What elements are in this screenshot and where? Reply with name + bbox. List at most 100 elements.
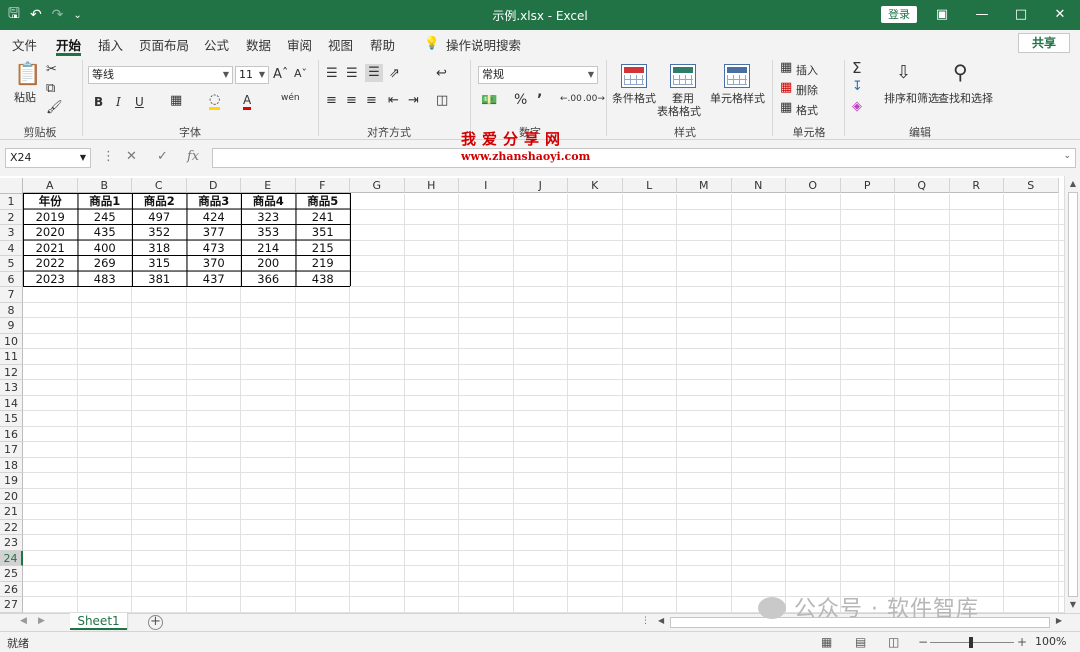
increase-indent-icon[interactable]: ⇥ — [408, 93, 419, 108]
cell-styles-button[interactable]: 单元格样式 — [710, 90, 765, 106]
row-header[interactable]: 6 — [0, 271, 23, 287]
insert-cells-icon[interactable]: ▦ — [780, 60, 792, 75]
table-cell[interactable]: 315 — [132, 256, 187, 272]
page-break-view-icon[interactable]: ◫ — [888, 635, 899, 649]
row-header[interactable]: 18 — [0, 457, 23, 473]
paste-icon[interactable]: 📋 — [14, 62, 41, 87]
sort-filter-button[interactable]: 排序和筛选 — [884, 90, 939, 106]
zoom-in-icon[interactable]: + — [1017, 635, 1027, 649]
row-header[interactable]: 2 — [0, 209, 23, 225]
conditional-formatting-icon[interactable] — [621, 64, 647, 88]
align-center-icon[interactable]: ≡ — [346, 93, 357, 108]
scroll-up-icon[interactable]: ▲ — [1065, 179, 1080, 188]
align-left-icon[interactable]: ≡ — [326, 93, 337, 108]
row-header[interactable]: 1 — [0, 194, 23, 210]
tell-me-search[interactable]: 操作说明搜索 — [446, 35, 521, 54]
tab-formulas[interactable]: 公式 — [204, 35, 229, 54]
column-header[interactable]: L — [622, 178, 677, 193]
column-header[interactable]: C — [132, 178, 187, 193]
table-cell[interactable]: 353 — [241, 225, 296, 241]
accounting-format-icon[interactable]: 💵 — [481, 93, 497, 108]
row-header[interactable]: 10 — [0, 333, 23, 349]
table-cell[interactable]: 269 — [78, 256, 133, 272]
minimize-icon[interactable]: — — [962, 0, 1002, 30]
wrap-text-icon[interactable]: ↩ — [436, 66, 447, 81]
increase-decimal-icon[interactable]: ←.00 — [560, 94, 582, 104]
row-header[interactable]: 19 — [0, 473, 23, 489]
tab-view[interactable]: 视图 — [328, 35, 353, 54]
table-cell[interactable]: 352 — [132, 225, 187, 241]
table-cell[interactable]: 497 — [132, 210, 187, 226]
table-cell[interactable]: 214 — [241, 241, 296, 257]
comma-style-icon[interactable]: ’ — [537, 92, 542, 108]
close-icon[interactable]: ✕ — [1040, 0, 1080, 30]
number-format-select[interactable]: 常规 ▼ — [478, 66, 598, 84]
format-as-table-icon[interactable] — [670, 64, 696, 88]
row-header[interactable]: 4 — [0, 240, 23, 256]
table-cell[interactable]: 2022 — [23, 256, 78, 272]
page-layout-view-icon[interactable]: ▤ — [855, 635, 866, 649]
undo-icon[interactable]: ↶ — [30, 7, 42, 23]
tab-data[interactable]: 数据 — [246, 35, 271, 54]
delete-cells-icon[interactable]: ▦ — [780, 80, 792, 95]
row-header[interactable]: 13 — [0, 380, 23, 396]
table-cell[interactable]: 241 — [296, 210, 351, 226]
row-header[interactable]: 11 — [0, 349, 23, 365]
tab-file[interactable]: 文件 — [12, 35, 37, 54]
column-header[interactable]: O — [786, 178, 841, 193]
row-header[interactable]: 3 — [0, 225, 23, 241]
orientation-icon[interactable]: ⇗ — [389, 66, 400, 81]
share-button[interactable]: 共享 — [1018, 33, 1070, 53]
table-cell[interactable]: 商品2 — [132, 194, 187, 210]
column-header[interactable]: R — [949, 178, 1004, 193]
align-right-icon[interactable]: ≡ — [366, 93, 377, 108]
add-sheet-icon[interactable]: + — [148, 615, 163, 630]
table-cell[interactable]: 2019 — [23, 210, 78, 226]
find-select-button[interactable]: 查找和选择 — [938, 90, 993, 106]
save-icon[interactable]: 🖫 — [8, 3, 20, 27]
row-header[interactable]: 23 — [0, 535, 23, 551]
column-header[interactable]: N — [731, 178, 786, 193]
prev-sheet-icon[interactable]: ◀ — [20, 616, 27, 626]
align-middle-icon[interactable]: ☰ — [346, 66, 358, 81]
redo-icon[interactable]: ↷ — [52, 7, 64, 23]
table-cell[interactable]: 2023 — [23, 272, 78, 288]
row-header[interactable]: 25 — [0, 566, 23, 582]
table-cell[interactable]: 473 — [187, 241, 242, 257]
format-painter-icon[interactable]: 🖌 — [46, 100, 63, 115]
expand-formula-icon[interactable]: ⌄ — [1063, 151, 1071, 161]
insert-cells-button[interactable]: 插入 — [796, 62, 818, 78]
autosum-icon[interactable]: Σ — [852, 59, 861, 77]
table-cell[interactable]: 商品1 — [78, 194, 133, 210]
cell-styles-icon[interactable] — [724, 64, 750, 88]
column-header[interactable]: D — [186, 178, 241, 193]
font-family-select[interactable]: 等线 ▼ — [88, 66, 233, 84]
bold-icon[interactable]: B — [94, 95, 103, 109]
phonetic-guide-icon[interactable]: wén — [281, 93, 300, 103]
conditional-formatting-button[interactable]: 条件格式 — [612, 90, 656, 106]
paste-button[interactable]: 粘贴 — [14, 89, 36, 105]
row-header[interactable]: 7 — [0, 287, 23, 303]
customize-toolbar-icon[interactable]: ⌄ — [73, 10, 81, 21]
table-cell[interactable]: 370 — [187, 256, 242, 272]
tab-home[interactable]: 开始 — [56, 35, 81, 54]
align-top-icon[interactable]: ☰ — [326, 66, 338, 81]
underline-icon[interactable]: U — [135, 95, 144, 109]
percent-icon[interactable]: % — [514, 92, 527, 108]
merge-center-icon[interactable]: ◫ — [436, 93, 448, 108]
cut-icon[interactable]: ✂ — [46, 62, 57, 77]
row-header[interactable]: 24 — [0, 550, 23, 566]
scroll-down-icon[interactable]: ▼ — [1065, 600, 1080, 609]
table-cell[interactable]: 商品5 — [296, 194, 351, 210]
table-cell[interactable]: 483 — [78, 272, 133, 288]
table-cell[interactable]: 400 — [78, 241, 133, 257]
row-header[interactable]: 15 — [0, 411, 23, 427]
decrease-decimal-icon[interactable]: .00→ — [583, 94, 605, 104]
row-header[interactable]: 12 — [0, 364, 23, 380]
table-cell[interactable]: 2020 — [23, 225, 78, 241]
row-header[interactable]: 27 — [0, 597, 23, 613]
column-header[interactable]: I — [459, 178, 514, 193]
vertical-scrollbar[interactable]: ▲ ▼ — [1064, 176, 1080, 613]
column-header[interactable]: S — [1004, 178, 1059, 193]
decrease-indent-icon[interactable]: ⇤ — [388, 93, 399, 108]
